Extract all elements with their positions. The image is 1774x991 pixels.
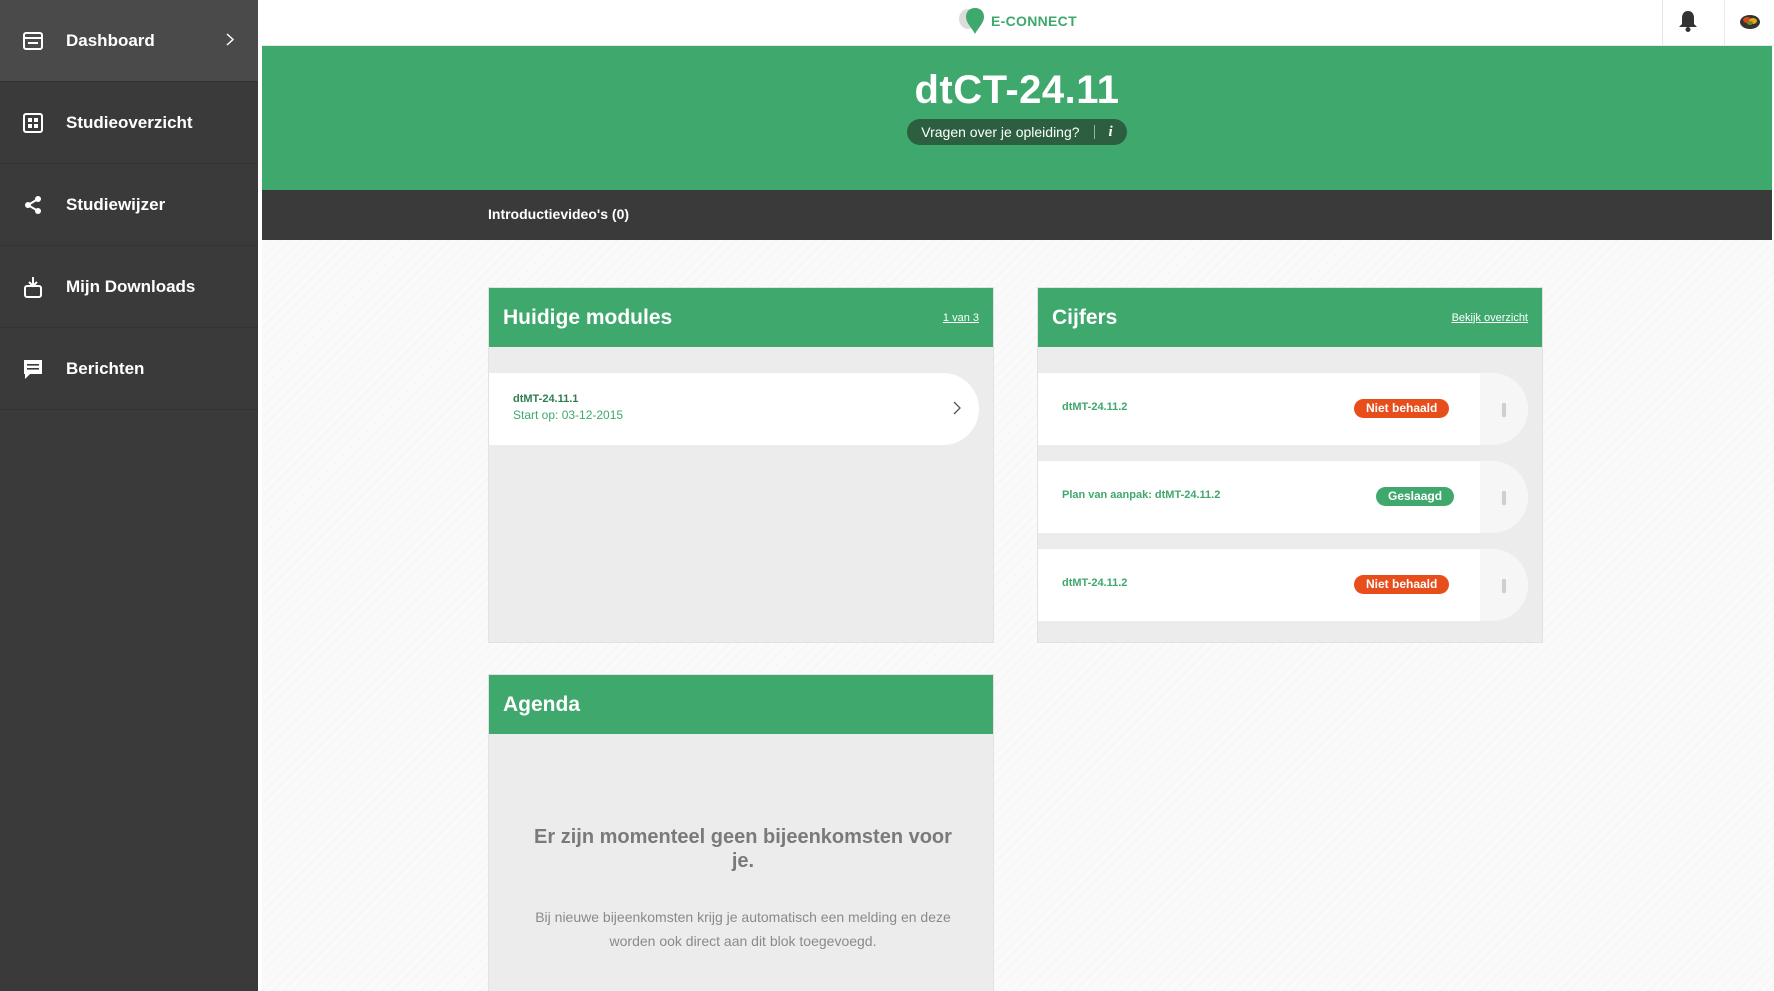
course-title: dtCT-24.11 bbox=[914, 68, 1120, 112]
notifications-button[interactable] bbox=[1662, 0, 1712, 46]
sidebar-item-label: Studiewijzer bbox=[66, 194, 166, 214]
grade-row[interactable]: dtMT-24.11.2 Niet behaald bbox=[1038, 549, 1528, 621]
pill-divider bbox=[1093, 125, 1095, 139]
status-badge: Geslaagd bbox=[1376, 487, 1455, 506]
user-avatar[interactable] bbox=[1724, 0, 1774, 46]
handle-bar bbox=[1502, 491, 1506, 505]
share-icon bbox=[22, 194, 44, 216]
course-header: dtCT-24.11 Vragen over je opleiding? i bbox=[262, 46, 1772, 190]
info-icon: i bbox=[1108, 123, 1113, 140]
status-badge: Niet behaald bbox=[1354, 575, 1450, 594]
card-header: Cijfers Bekijk overzicht bbox=[1038, 288, 1542, 347]
grade-row[interactable]: Plan van aanpak: dtMT-24.11.2 Geslaagd bbox=[1038, 461, 1528, 533]
grade-module-name: dtMT-24.11.2 bbox=[1062, 577, 1128, 589]
top-bar: E-CONNECT bbox=[262, 0, 1774, 46]
sidebar-item-studiewijzer[interactable]: Studiewijzer bbox=[0, 164, 258, 246]
agenda-card: Agenda Er zijn momenteel geen bijeenkoms… bbox=[488, 674, 994, 991]
card-title: Huidige modules bbox=[503, 305, 673, 329]
grade-row-handle[interactable] bbox=[1480, 461, 1528, 533]
handle-bar bbox=[1502, 403, 1506, 417]
questions-label: Vragen over je opleiding? bbox=[921, 124, 1080, 140]
intro-videos-tab[interactable]: Introductievideo's (0) bbox=[488, 206, 629, 222]
sidebar-item-label: Studieoverzicht bbox=[66, 112, 193, 132]
module-item[interactable]: dtMT-24.11.1 Start op: 03-12-2015 bbox=[489, 373, 979, 445]
grade-module-name: dtMT-24.11.2 bbox=[1062, 401, 1128, 413]
grade-row-handle[interactable] bbox=[1480, 549, 1528, 621]
card-title: Agenda bbox=[503, 692, 581, 716]
bell-icon bbox=[1678, 10, 1698, 37]
status-badge: Niet behaald bbox=[1354, 399, 1450, 418]
dashboard-icon bbox=[22, 30, 44, 52]
sidebar-item-berichten[interactable]: Berichten bbox=[0, 328, 258, 410]
sidebar: Dashboard Studieoverzicht Studiewijzer M… bbox=[0, 0, 258, 991]
grade-row[interactable]: dtMT-24.11.2 Niet behaald bbox=[1038, 373, 1528, 445]
grade-module-name: Plan van aanpak: dtMT-24.11.2 bbox=[1062, 489, 1221, 501]
sidebar-item-mijn-downloads[interactable]: Mijn Downloads bbox=[0, 246, 258, 328]
grade-row-handle[interactable] bbox=[1480, 373, 1528, 445]
module-start-date: Start op: 03-12-2015 bbox=[513, 408, 624, 422]
sidebar-item-label: Mijn Downloads bbox=[66, 276, 196, 296]
sidebar-item-label: Dashboard bbox=[66, 30, 155, 50]
grid-icon bbox=[22, 112, 44, 134]
avatar-icon bbox=[1739, 12, 1761, 35]
logo-text: E-CONNECT bbox=[991, 13, 1077, 29]
card-header: Huidige modules 1 van 3 bbox=[489, 288, 993, 347]
handle-bar bbox=[1502, 579, 1506, 593]
grades-card: Cijfers Bekijk overzicht dtMT-24.11.2 Ni… bbox=[1037, 287, 1543, 643]
card-title: Cijfers bbox=[1052, 305, 1118, 329]
dashboard-content: Huidige modules 1 van 3 dtMT-24.11.1 Sta… bbox=[262, 240, 1774, 991]
course-questions-button[interactable]: Vragen over je opleiding? i bbox=[907, 119, 1127, 145]
download-icon bbox=[22, 276, 44, 298]
card-header: Agenda bbox=[489, 675, 993, 734]
grades-overview-link[interactable]: Bekijk overzicht bbox=[1452, 312, 1528, 324]
modules-pager-link[interactable]: 1 van 3 bbox=[943, 312, 979, 324]
chevron-right-icon bbox=[226, 31, 235, 51]
sidebar-item-dashboard[interactable]: Dashboard bbox=[0, 0, 258, 82]
econnect-logo[interactable]: E-CONNECT bbox=[957, 6, 1077, 36]
sidebar-item-studieoverzicht[interactable]: Studieoverzicht bbox=[0, 82, 258, 164]
agenda-empty-title: Er zijn momenteel geen bijeenkomsten voo… bbox=[534, 826, 952, 872]
agenda-empty-text: Bij nieuwe bijeenkomsten krijg je automa… bbox=[535, 909, 951, 949]
course-subnav: Introductievideo's (0) bbox=[262, 190, 1772, 240]
module-name: dtMT-24.11.1 bbox=[513, 393, 579, 405]
current-modules-card: Huidige modules 1 van 3 dtMT-24.11.1 Sta… bbox=[488, 287, 994, 643]
sidebar-item-label: Berichten bbox=[66, 358, 145, 378]
chevron-right-icon bbox=[953, 401, 961, 420]
message-icon bbox=[22, 358, 44, 380]
logo-pin-icon bbox=[959, 8, 984, 34]
